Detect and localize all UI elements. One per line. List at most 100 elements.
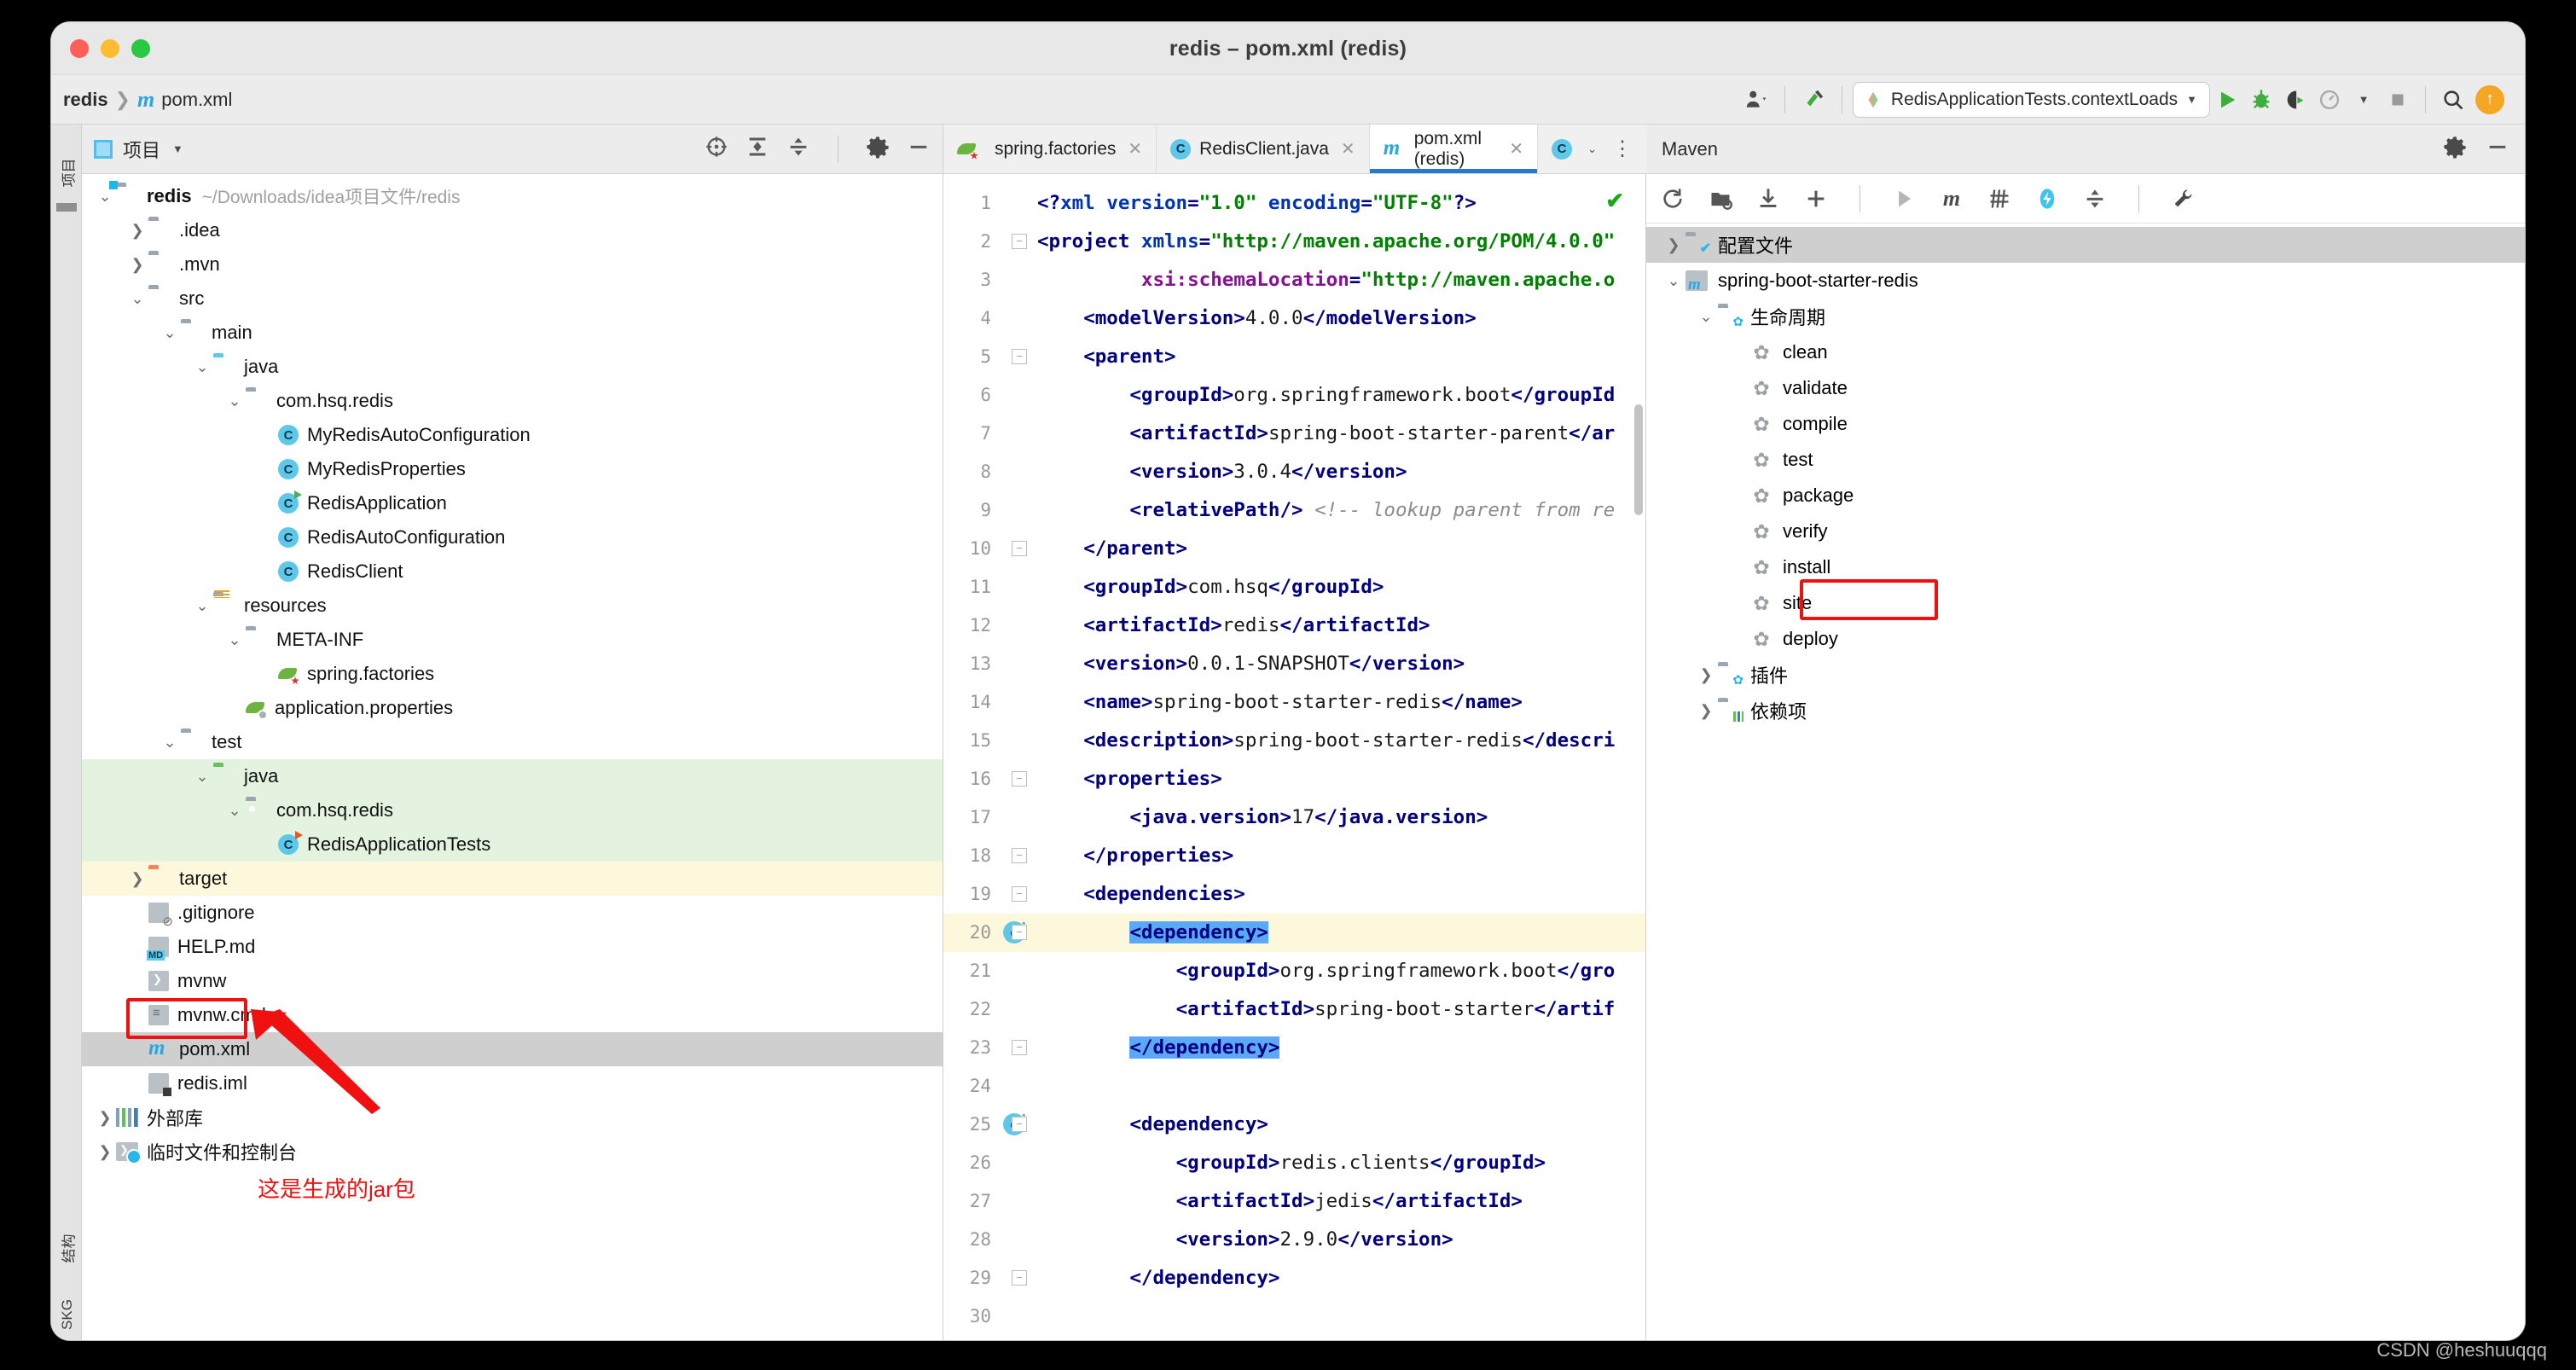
project-tree-row[interactable]: ⌄META-INF: [82, 623, 943, 657]
update-badge-icon[interactable]: ↑: [2470, 81, 2509, 119]
code-line[interactable]: <groupId>redis.clients</groupId>: [1037, 1144, 1646, 1182]
download-sources-icon[interactable]: [1754, 184, 1783, 213]
editor-scrollbar[interactable]: [1634, 404, 1643, 515]
project-tree-row[interactable]: ·CRedisAutoConfiguration: [82, 520, 943, 554]
user-dropdown-icon[interactable]: [1738, 81, 1774, 119]
chevron-down-icon[interactable]: ⌄: [1587, 142, 1597, 156]
project-tree-row[interactable]: ⌄com.hsq.redis: [82, 384, 943, 418]
code-line[interactable]: <groupId>org.springframework.boot</gro: [1037, 952, 1646, 990]
project-tree-row[interactable]: ·mvnw: [82, 964, 943, 998]
maven-tree-row[interactable]: ·✿clean: [1646, 334, 2525, 370]
chevron-right-icon[interactable]: ❯: [94, 1143, 116, 1161]
project-tree-row[interactable]: ⌄test: [82, 725, 943, 759]
chevron-right-icon[interactable]: ❯: [94, 1109, 116, 1127]
code-line[interactable]: <artifactId>spring-boot-starter-parent</…: [1037, 415, 1646, 453]
project-tree-row[interactable]: ❯.idea: [82, 213, 943, 247]
code-line[interactable]: <dependency>: [1037, 1106, 1646, 1144]
project-tree-row[interactable]: ·application.properties: [82, 691, 943, 725]
close-tab-icon[interactable]: ✕: [1128, 138, 1142, 160]
expand-all-icon[interactable]: [746, 135, 769, 163]
code-line[interactable]: <groupId>org.springframework.boot</group…: [1037, 376, 1646, 415]
code-line[interactable]: [1037, 1067, 1646, 1106]
chevron-down-icon[interactable]: ⌄: [159, 324, 181, 342]
project-tree-row[interactable]: ⌄java: [82, 759, 943, 793]
profile-icon[interactable]: [2312, 81, 2347, 119]
maven-tree-row[interactable]: ❯✿插件: [1646, 657, 2525, 693]
toggle-offline-icon[interactable]: [2033, 184, 2062, 213]
gutter-markers[interactable]: −−−−−−o↑−−o↑−−−: [1000, 174, 1037, 1340]
hide-panel-icon[interactable]: [907, 135, 931, 163]
profile-dropdown-icon[interactable]: ▼: [2347, 81, 2381, 119]
code-line[interactable]: <artifactId>spring-boot-starter</artif: [1037, 990, 1646, 1029]
maven-tree-row[interactable]: ·✿validate: [1646, 370, 2525, 406]
maven-tree-row[interactable]: ·✿deploy: [1646, 621, 2525, 657]
close-tab-icon[interactable]: ✕: [1509, 138, 1523, 160]
project-tree-row[interactable]: ❯临时文件和控制台: [82, 1135, 943, 1169]
code-line[interactable]: <modelVersion>4.0.0</modelVersion>: [1037, 299, 1646, 338]
project-tree-row[interactable]: ⌄resources: [82, 589, 943, 623]
maven-tree-row[interactable]: ·✿install: [1646, 549, 2525, 585]
project-tree-row[interactable]: ·HELP.md: [82, 930, 943, 964]
tool-window-button-project[interactable]: 项目: [57, 143, 78, 203]
code-line[interactable]: <java.version>17</java.version>: [1037, 798, 1646, 837]
project-tree-row[interactable]: ·mpom.xml: [82, 1032, 943, 1066]
code-line[interactable]: </dependency>: [1037, 1259, 1646, 1297]
fold-collapse-icon[interactable]: −: [1012, 234, 1027, 249]
hide-panel-icon[interactable]: [2486, 135, 2509, 163]
tool-window-button-structure[interactable]: 结构: [57, 1219, 78, 1279]
project-tree-row[interactable]: ·spring.factories: [82, 657, 943, 691]
chevron-right-icon[interactable]: ❯: [1694, 666, 1718, 684]
chevron-right-icon[interactable]: ❯: [126, 870, 148, 888]
execute-goal-icon[interactable]: [1889, 184, 1918, 213]
code-line[interactable]: </parent>: [1037, 530, 1646, 568]
maven-tree-row[interactable]: ·✿package: [1646, 478, 2525, 514]
breadcrumb-item-file[interactable]: pom.xml: [161, 89, 232, 111]
editor-tab[interactable]: CRedisClient.java✕: [1157, 125, 1370, 173]
generate-sources-icon[interactable]: [1706, 184, 1735, 213]
fold-collapse-icon[interactable]: −: [1012, 349, 1027, 364]
chevron-right-icon[interactable]: ❯: [1662, 236, 1685, 254]
code-line[interactable]: <relativePath/> <!-- lookup parent from …: [1037, 491, 1646, 530]
maven-tree-row[interactable]: ·✿compile: [1646, 406, 2525, 442]
more-options-icon[interactable]: ⋮: [1612, 142, 1633, 157]
fold-collapse-icon[interactable]: −: [1012, 1117, 1027, 1132]
code-line[interactable]: <name>spring-boot-starter-redis</name>: [1037, 683, 1646, 722]
search-everywhere-icon[interactable]: [2436, 81, 2470, 119]
reload-all-projects-icon[interactable]: [1658, 184, 1687, 213]
project-tree-row[interactable]: ❯target: [82, 862, 943, 896]
code-line[interactable]: <?xml version="1.0" encoding="UTF-8"?>: [1037, 184, 1646, 223]
chevron-down-icon[interactable]: ⌄: [94, 188, 116, 206]
editor-tab[interactable]: mpom.xml (redis)✕: [1370, 125, 1538, 173]
chevron-down-icon[interactable]: ⌄: [1694, 308, 1718, 326]
code-line[interactable]: <project xmlns="http://maven.apache.org/…: [1037, 223, 1646, 261]
project-tree-row[interactable]: ·mvnw.cmd: [82, 998, 943, 1032]
inspection-status-icon[interactable]: ✔: [1605, 188, 1624, 214]
project-tree-row[interactable]: ❯外部库: [82, 1100, 943, 1135]
maven-tree-row[interactable]: ·✿verify: [1646, 514, 2525, 549]
select-opened-file-icon[interactable]: [705, 135, 728, 163]
code-line[interactable]: <artifactId>redis</artifactId>: [1037, 607, 1646, 645]
collapse-all-icon[interactable]: [2080, 184, 2109, 213]
add-maven-project-icon[interactable]: [1801, 184, 1830, 213]
fold-end-icon[interactable]: −: [1012, 848, 1027, 863]
project-tree-row[interactable]: ·.gitignore: [82, 896, 943, 930]
project-tree-row[interactable]: ⌄main: [82, 316, 943, 350]
maven-tree-row[interactable]: ⌄spring-boot-starter-redis: [1646, 263, 2525, 299]
code-line[interactable]: <dependency>: [1037, 914, 1646, 952]
project-tree-row[interactable]: ·CMyRedisProperties: [82, 452, 943, 486]
tool-window-button-git[interactable]: SKG: [59, 1285, 76, 1340]
fold-collapse-icon[interactable]: −: [1012, 886, 1027, 902]
chevron-down-icon[interactable]: ⌄: [223, 802, 246, 820]
chevron-down-icon[interactable]: ⌄: [126, 290, 148, 308]
code-line[interactable]: <version>3.0.4</version>: [1037, 453, 1646, 491]
chevron-down-icon[interactable]: ⌄: [223, 392, 246, 410]
chevron-right-icon[interactable]: ❯: [126, 222, 148, 240]
code-line[interactable]: <properties>: [1037, 760, 1646, 798]
code-line[interactable]: <groupId>com.hsq</groupId>: [1037, 568, 1646, 607]
maven-tree-row[interactable]: ·✿site: [1646, 585, 2525, 621]
code-line[interactable]: </properties>: [1037, 837, 1646, 875]
chevron-down-icon[interactable]: ⌄: [223, 631, 246, 649]
chevron-down-icon[interactable]: ⌄: [159, 734, 181, 752]
project-tree-row[interactable]: ·redis.iml: [82, 1066, 943, 1100]
code-line[interactable]: <parent>: [1037, 338, 1646, 376]
